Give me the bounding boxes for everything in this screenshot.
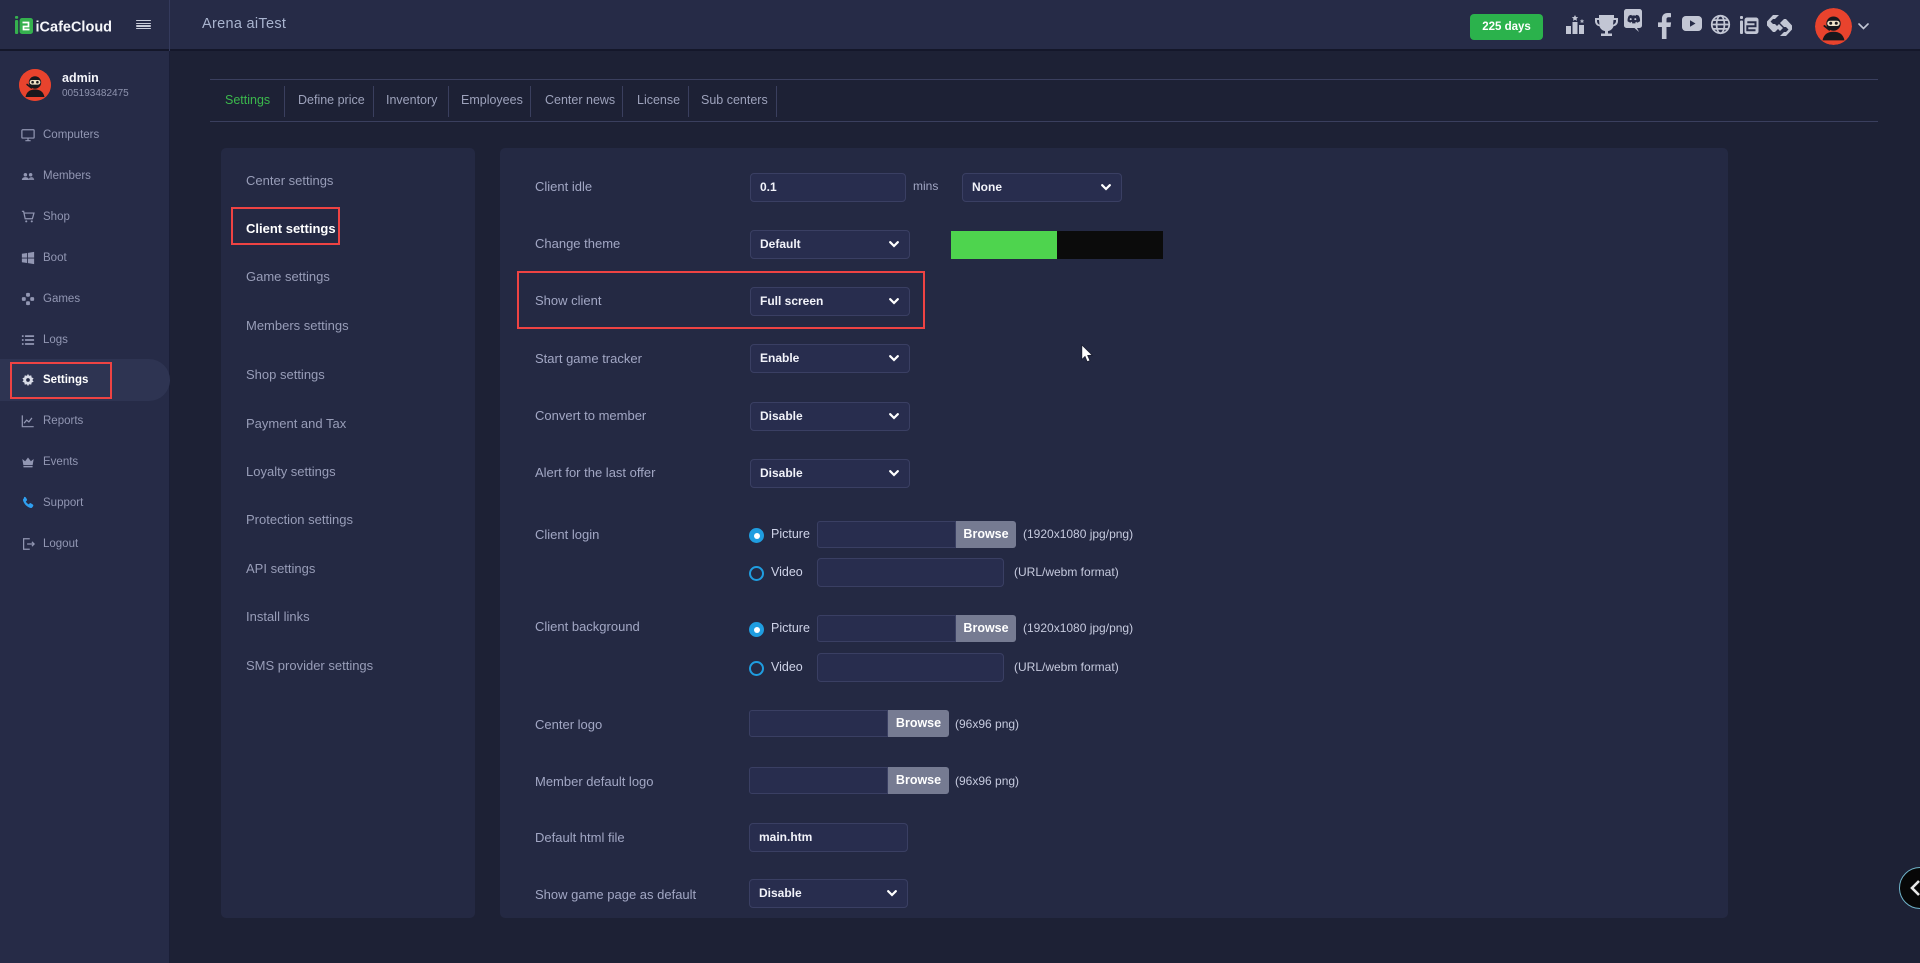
svg-text:iCafeCloud: iCafeCloud (36, 20, 112, 36)
